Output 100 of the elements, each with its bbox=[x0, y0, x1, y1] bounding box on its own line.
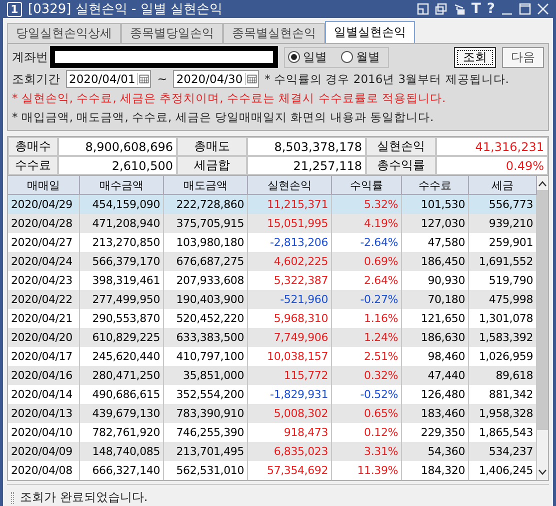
table-cell: 881,342 bbox=[469, 385, 537, 404]
table-cell: 186,630 bbox=[402, 328, 469, 347]
title-bar-button[interactable]: T bbox=[471, 1, 481, 17]
table-cell: 2020/04/10 bbox=[8, 423, 80, 442]
table-cell: 398,319,461 bbox=[80, 271, 164, 290]
table-cell: 439,679,130 bbox=[80, 404, 164, 423]
table-cell: 186,450 bbox=[402, 252, 469, 271]
grip-icon bbox=[11, 492, 14, 504]
table-cell: 1.16% bbox=[332, 309, 402, 328]
account-label: 계좌번 bbox=[12, 48, 48, 66]
summary-value: 2,610,500 bbox=[58, 156, 177, 175]
table-cell: -1,829,931 bbox=[248, 385, 332, 404]
summary-value: 8,503,378,178 bbox=[247, 137, 366, 156]
table-cell: 0.65% bbox=[332, 404, 402, 423]
column-header[interactable]: 매수금액 bbox=[80, 176, 164, 195]
summary-value: 0.49% bbox=[436, 156, 548, 175]
table-cell: 7,749,906 bbox=[248, 328, 332, 347]
summary-label: 수수료 bbox=[8, 156, 58, 175]
search-button[interactable]: 조회 bbox=[454, 46, 496, 68]
table-cell: 54,360 bbox=[402, 442, 469, 461]
table-cell: 290,553,870 bbox=[80, 309, 164, 328]
table-cell: 190,403,900 bbox=[164, 290, 248, 309]
table-cell: 410,797,100 bbox=[164, 347, 248, 366]
table-cell: 213,270,850 bbox=[80, 233, 164, 252]
scrollbar-thumb[interactable] bbox=[537, 190, 548, 430]
maximize-icon[interactable] bbox=[519, 3, 531, 15]
table-cell: 126,480 bbox=[402, 385, 469, 404]
windows-icon[interactable] bbox=[435, 3, 448, 15]
table-cell: 259,901 bbox=[469, 233, 537, 252]
tab[interactable]: 일별실현손익 bbox=[325, 21, 415, 43]
column-header[interactable]: 매도금액 bbox=[164, 176, 248, 195]
summary-label: 총매도 bbox=[177, 137, 247, 156]
close-icon[interactable] bbox=[537, 3, 549, 15]
title-bar-button[interactable]: ? bbox=[486, 1, 495, 17]
table-cell: 1,026,959 bbox=[469, 347, 537, 366]
summary-label: 세금합 bbox=[177, 156, 247, 175]
radio-button[interactable] bbox=[288, 51, 300, 63]
column-header[interactable]: 수익률 bbox=[332, 176, 402, 195]
table-cell: 633,383,500 bbox=[164, 328, 248, 347]
table-cell: 352,554,200 bbox=[164, 385, 248, 404]
table-cell: 556,773 bbox=[469, 195, 537, 214]
column-header[interactable]: 수수료 bbox=[402, 176, 469, 195]
table-cell: 2020/04/21 bbox=[8, 309, 80, 328]
table-cell: 490,686,615 bbox=[80, 385, 164, 404]
table-cell: 101,530 bbox=[402, 195, 469, 214]
table-cell: 1,583,392 bbox=[469, 328, 537, 347]
table-cell: 782,761,920 bbox=[80, 423, 164, 442]
tilde: ~ bbox=[157, 72, 168, 86]
table-cell: 562,531,010 bbox=[164, 461, 248, 480]
table-cell: 70,180 bbox=[402, 290, 469, 309]
note-text: * 실현손익, 수수료, 세금은 추정치이며, 수수료는 체결시 수수료률로 적용됩니다. bbox=[12, 91, 447, 107]
table-cell: 534,237 bbox=[469, 442, 537, 461]
table-cell: 10,038,157 bbox=[248, 347, 332, 366]
table-cell: 89,618 bbox=[469, 366, 537, 385]
table-cell: 5,322,387 bbox=[248, 271, 332, 290]
table-cell: 0.32% bbox=[332, 366, 402, 385]
summary-value: 41,316,231 bbox=[436, 137, 548, 156]
table-cell: 666,327,140 bbox=[80, 461, 164, 480]
table-cell: 90,930 bbox=[402, 271, 469, 290]
layout-icon[interactable] bbox=[417, 3, 430, 15]
table-cell: 57,354,692 bbox=[248, 461, 332, 480]
column-header[interactable]: 실현손익 bbox=[248, 176, 332, 195]
table-cell: 15,051,995 bbox=[248, 214, 332, 233]
window-number-badge: 1 bbox=[7, 2, 22, 16]
table-cell: 2020/04/22 bbox=[8, 290, 80, 309]
table-cell: -2.64% bbox=[332, 233, 402, 252]
note-text: * 매입금액, 매도금액, 수수료, 세금은 당일매매일지 화면의 내용과 동일합니다. bbox=[12, 110, 435, 126]
table-cell: 148,740,085 bbox=[80, 442, 164, 461]
table-cell: 183,460 bbox=[402, 404, 469, 423]
table-cell: 2020/04/23 bbox=[8, 271, 80, 290]
table-cell: 277,499,950 bbox=[80, 290, 164, 309]
tab[interactable]: 종목별실현손익 bbox=[223, 23, 325, 43]
table-cell: 5,008,302 bbox=[248, 404, 332, 423]
table-cell: 3.31% bbox=[332, 442, 402, 461]
table-cell: 213,701,495 bbox=[164, 442, 248, 461]
table-cell: 222,728,860 bbox=[164, 195, 248, 214]
table-cell: 4,602,225 bbox=[248, 252, 332, 271]
table-cell: 6,835,023 bbox=[248, 442, 332, 461]
scroll-down-icon[interactable] bbox=[538, 468, 547, 476]
table-cell: 229,350 bbox=[402, 423, 469, 442]
table-cell: 11,215,371 bbox=[248, 195, 332, 214]
table-cell: 184,320 bbox=[402, 461, 469, 480]
next-button[interactable]: 다음 bbox=[502, 46, 544, 68]
tab[interactable]: 당일실현손익상세 bbox=[7, 23, 121, 43]
column-header[interactable]: 세금 bbox=[469, 176, 537, 195]
table-cell: 4.19% bbox=[332, 214, 402, 233]
table-cell: 245,620,440 bbox=[80, 347, 164, 366]
table-cell: 454,159,090 bbox=[80, 195, 164, 214]
radio-button[interactable] bbox=[341, 51, 353, 63]
table-cell: 121,650 bbox=[402, 309, 469, 328]
table-cell: 1,406,245 bbox=[469, 461, 537, 480]
table-cell: 471,208,940 bbox=[80, 214, 164, 233]
scroll-up-icon[interactable] bbox=[538, 180, 547, 188]
account-field[interactable] bbox=[50, 46, 278, 68]
period-label: 조회기간 bbox=[12, 70, 60, 88]
radio-label: 월별 bbox=[356, 48, 380, 66]
column-header[interactable]: 매매일 bbox=[8, 176, 80, 195]
table-cell: 519,790 bbox=[469, 271, 537, 290]
table-cell: 2020/04/27 bbox=[8, 233, 80, 252]
tab[interactable]: 종목별당일손익 bbox=[121, 23, 223, 43]
